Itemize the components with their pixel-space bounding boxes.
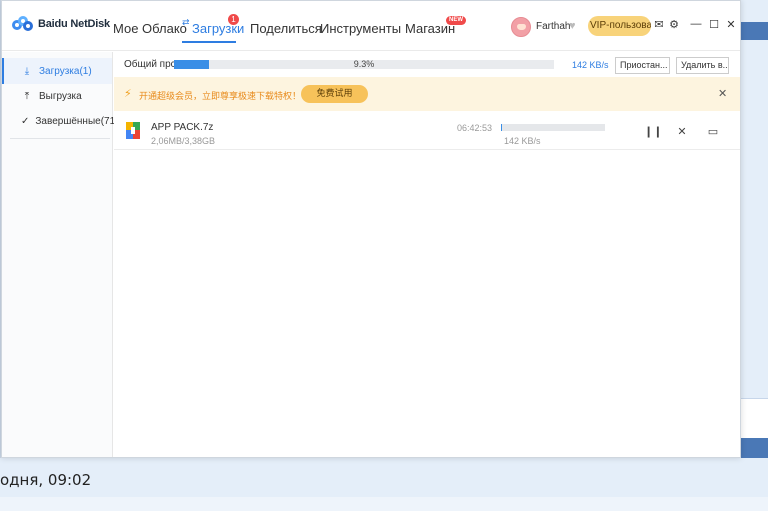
avatar[interactable] bbox=[511, 17, 531, 37]
sidebar-item-label: Завершённые(71) bbox=[35, 115, 119, 127]
vip-promo-banner: ⚡ 开通超级会员，立即尊享极速下载特权！ 免费试用 ✕ bbox=[114, 77, 740, 111]
overall-progress-percent: 9.3% bbox=[353, 59, 375, 69]
app-logo: Baidu NetDisk bbox=[12, 16, 110, 32]
time-remaining: 06:42:53 bbox=[457, 123, 493, 133]
cancel-icon[interactable]: ✕ bbox=[675, 125, 689, 138]
background-header-strip bbox=[741, 22, 768, 40]
close-icon[interactable]: ✕ bbox=[724, 18, 738, 31]
vip-button[interactable]: VIP-пользоват... bbox=[588, 16, 651, 36]
settings-icon[interactable]: ⚙ bbox=[667, 18, 681, 31]
open-folder-icon[interactable]: ▭ bbox=[706, 125, 720, 138]
sidebar-item-label: Загрузка(1) bbox=[39, 65, 92, 77]
active-tab-indicator bbox=[182, 41, 236, 43]
sidebar-divider bbox=[10, 138, 110, 139]
sidebar-item-uploading[interactable]: ⤒ Выгрузка bbox=[2, 83, 112, 109]
download-icon: ⤓ bbox=[24, 65, 30, 77]
background-header-strip-2 bbox=[741, 438, 768, 458]
sidebar: ⤓ Загрузка(1) ⤒ Выгрузка ✓ Завершённые(7… bbox=[2, 52, 118, 457]
tab-tools[interactable]: Инструменты bbox=[320, 21, 401, 36]
close-icon[interactable]: ✕ bbox=[718, 87, 727, 100]
file-speed: 142 KB/s bbox=[504, 136, 541, 146]
minimize-icon[interactable]: — bbox=[689, 18, 703, 30]
free-trial-button[interactable]: 免费试用 bbox=[301, 85, 368, 103]
mail-icon[interactable]: ✉ bbox=[652, 18, 666, 31]
promo-text: 开通超级会员，立即尊享极速下载特权！ bbox=[139, 92, 302, 102]
logo-text: Baidu NetDisk bbox=[38, 18, 110, 30]
table-row[interactable]: APP PACK.7z 2,06MB/3,38GB 06:42:53 142 K… bbox=[114, 112, 740, 150]
overall-speed: 142 KB/s bbox=[572, 60, 609, 70]
pause-icon[interactable]: ❙❙ bbox=[644, 125, 662, 138]
downloads-count-badge: 1 bbox=[228, 14, 239, 25]
username[interactable]: Farthah bbox=[536, 21, 570, 32]
lightning-icon: ⚡ bbox=[124, 88, 132, 100]
sidebar-item-label: Выгрузка bbox=[39, 90, 82, 102]
cloud-logo-icon bbox=[12, 16, 34, 32]
vip-diamond-icon: ♥ bbox=[569, 20, 576, 32]
background-timestamp: одня, 09:02 bbox=[0, 471, 92, 489]
overall-progress-row: Общий прс 9.3% 142 KB/s Приостан... Удал… bbox=[114, 52, 740, 76]
overall-progress-bar: 9.3% bbox=[174, 59, 554, 69]
downloads-panel: Общий прс 9.3% 142 KB/s Приостан... Удал… bbox=[114, 52, 740, 457]
maximize-icon[interactable]: ☐ bbox=[707, 18, 721, 31]
new-badge: NEW bbox=[446, 16, 466, 25]
title-bar: Baidu NetDisk Мое Облако ⇄ Загрузки 1 По… bbox=[2, 1, 740, 51]
tab-my-cloud[interactable]: Мое Облако bbox=[113, 21, 187, 36]
sidebar-item-completed[interactable]: ✓ Завершённые(71) bbox=[2, 108, 118, 134]
transfer-arrows-icon: ⇄ bbox=[182, 17, 190, 27]
baidu-netdisk-window: Baidu NetDisk Мое Облако ⇄ Загрузки 1 По… bbox=[1, 0, 741, 458]
file-name: APP PACK.7z bbox=[151, 122, 214, 133]
overall-progress-label: Общий прс bbox=[124, 59, 176, 70]
archive-file-icon bbox=[126, 122, 140, 139]
upload-icon: ⤒ bbox=[24, 90, 30, 102]
check-circle-icon: ✓ bbox=[21, 115, 30, 127]
pause-all-button[interactable]: Приостан... bbox=[615, 57, 670, 74]
background-panel bbox=[741, 398, 768, 438]
tab-share[interactable]: Поделиться bbox=[250, 21, 322, 36]
file-progress-bar bbox=[501, 124, 605, 131]
delete-all-button[interactable]: Удалить в... bbox=[676, 57, 729, 74]
sidebar-item-downloading[interactable]: ⤓ Загрузка(1) bbox=[2, 58, 112, 84]
background-footer-bar bbox=[0, 497, 768, 511]
file-size: 2,06MB/3,38GB bbox=[151, 136, 216, 146]
